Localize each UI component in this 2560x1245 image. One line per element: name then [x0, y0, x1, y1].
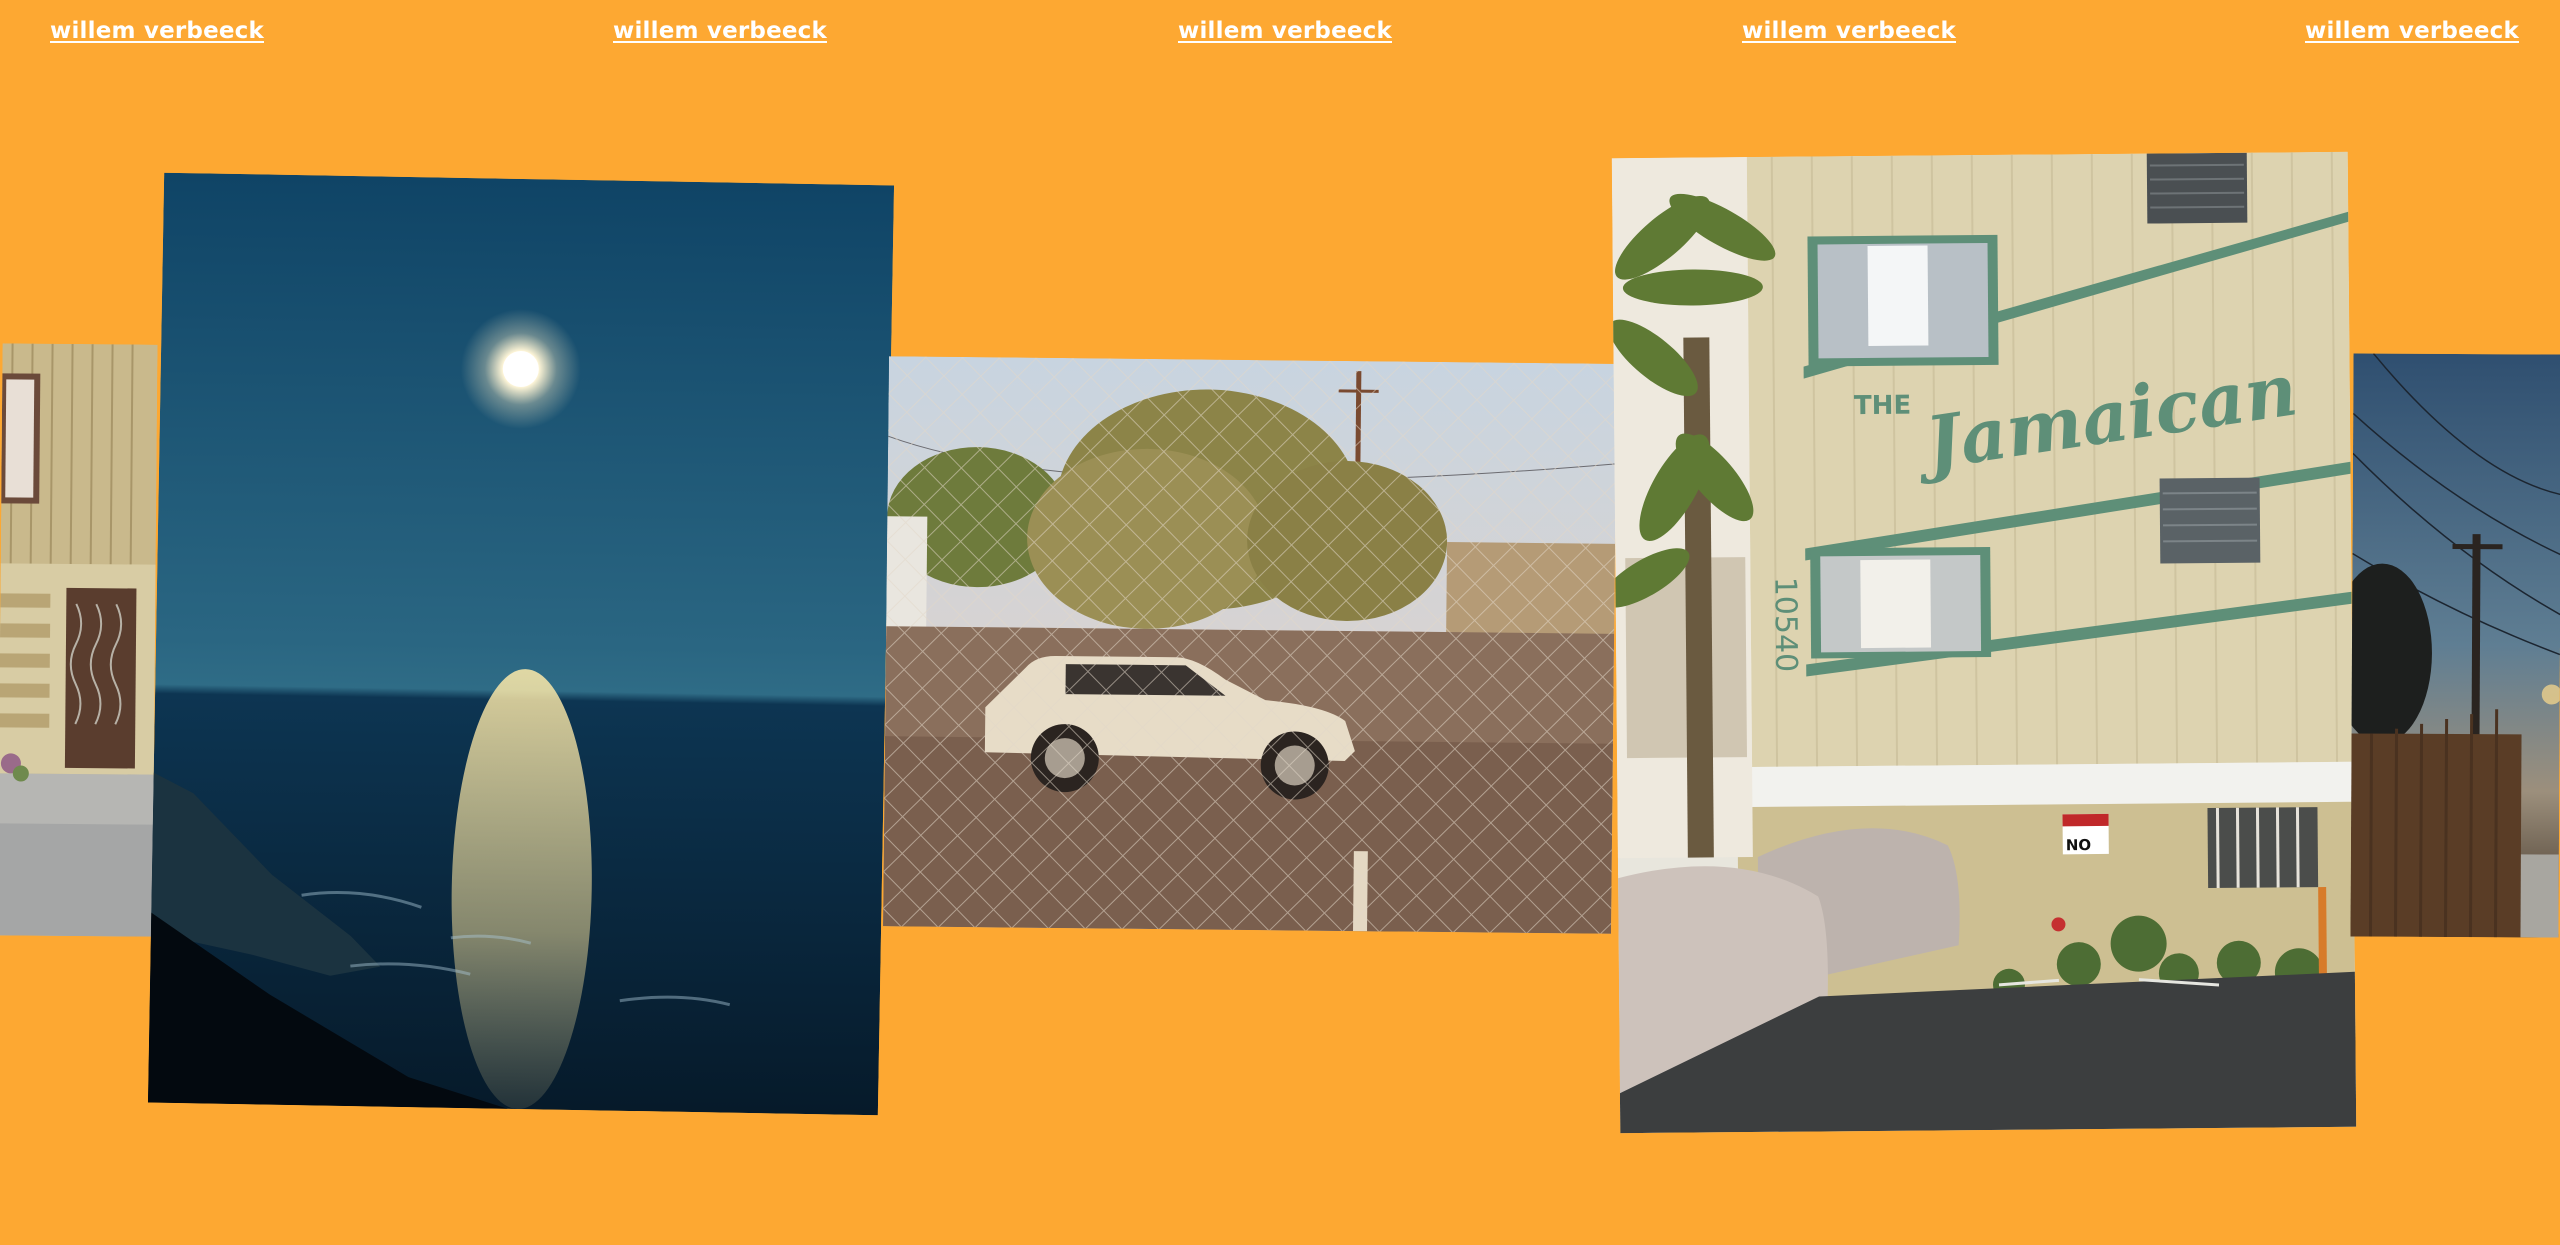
photo-street-dusk[interactable]	[2350, 353, 2560, 938]
street-number-text: 10540	[1767, 577, 1803, 673]
photo-car-fence[interactable]	[883, 356, 1617, 934]
house-photo-icon	[0, 343, 158, 937]
notice-sign-text: NO	[2066, 836, 2091, 854]
photo-house[interactable]	[0, 343, 158, 937]
header-link-5[interactable]: willem verbeeck	[2305, 18, 2519, 44]
header-link-3[interactable]: willem verbeeck	[1178, 18, 1392, 44]
photo-jamaican-building[interactable]: THE Jamaican 10540 NO	[1611, 151, 2357, 1134]
car-behind-fence-photo-icon	[883, 356, 1617, 934]
street-dusk-photo-icon	[2350, 353, 2560, 938]
header-link-1[interactable]: willem verbeeck	[50, 18, 264, 44]
apartment-building-photo-icon: THE Jamaican 10540 NO	[1611, 151, 2357, 1134]
header-link-2[interactable]: willem verbeeck	[613, 18, 827, 44]
moon-over-ocean-photo-icon	[147, 172, 895, 1116]
header-link-4[interactable]: willem verbeeck	[1742, 18, 1956, 44]
photo-moon-ocean[interactable]	[147, 172, 895, 1116]
sign-small-text: THE	[1854, 391, 1912, 421]
